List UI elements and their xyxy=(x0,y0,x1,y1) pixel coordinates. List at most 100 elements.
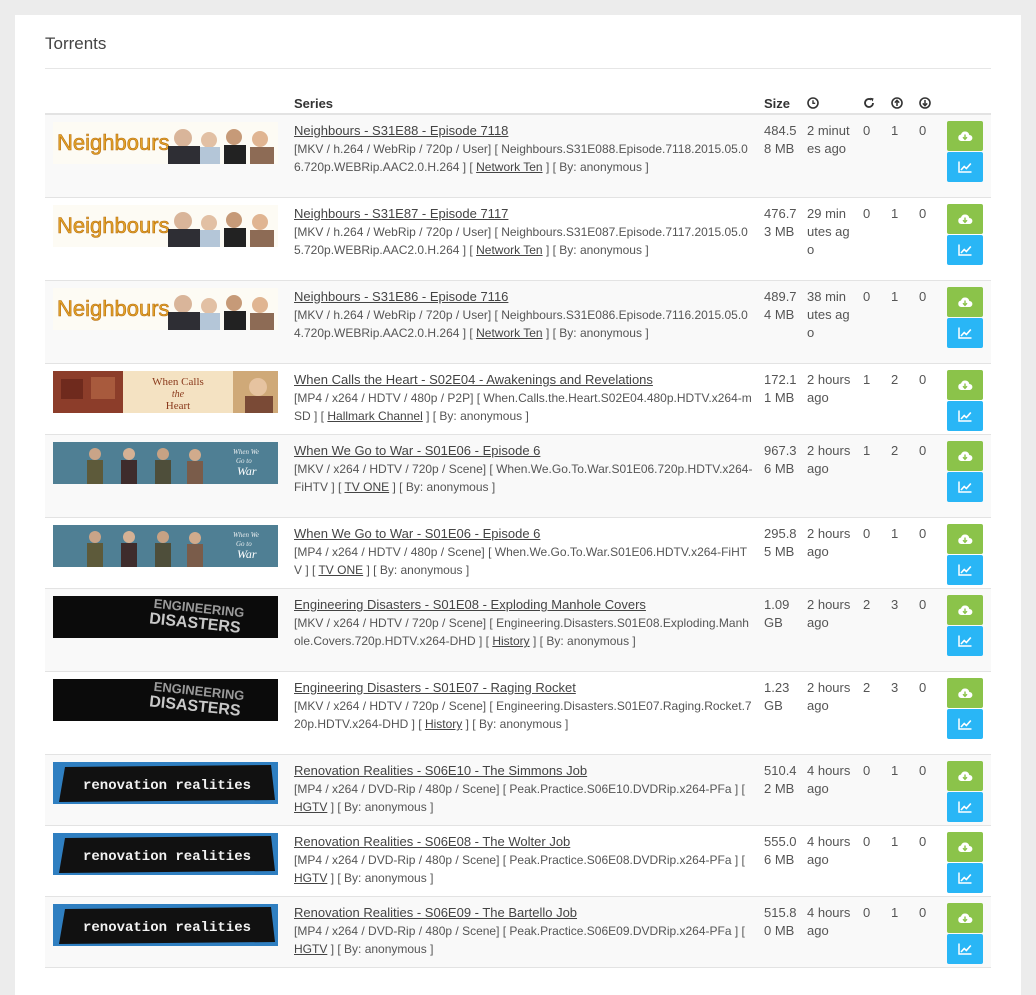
line-chart-icon xyxy=(958,801,972,813)
network-link[interactable]: HGTV xyxy=(294,942,327,956)
torrents-table: Series Size Neighbours Neighbours - S31E8… xyxy=(45,91,991,968)
torrent-title-link[interactable]: Neighbours - S31E88 - Episode 7118 xyxy=(294,123,508,138)
torrent-title-link[interactable]: Renovation Realities - S06E08 - The Wolt… xyxy=(294,834,570,849)
download-button[interactable] xyxy=(947,441,983,471)
stats-button[interactable] xyxy=(947,626,983,656)
column-header-size[interactable]: Size xyxy=(764,96,790,111)
stats-button[interactable] xyxy=(947,472,983,502)
torrent-age: 2 minutes ago xyxy=(807,123,850,156)
column-header-series[interactable]: Series xyxy=(294,96,333,111)
download-button[interactable] xyxy=(947,903,983,933)
network-link[interactable]: HGTV xyxy=(294,871,327,885)
network-link[interactable]: TV ONE xyxy=(318,563,363,577)
completed-count: 0 xyxy=(863,905,871,920)
leechers-count: 0 xyxy=(919,597,927,612)
network-link[interactable]: History xyxy=(425,717,462,731)
torrent-title-link[interactable]: When We Go to War - S01E06 - Episode 6 xyxy=(294,443,540,458)
completed-count: 0 xyxy=(863,289,871,304)
show-banner[interactable]: renovation realities xyxy=(53,904,278,946)
stats-button[interactable] xyxy=(947,792,983,822)
uploader-text: ] [ By: anonymous ] xyxy=(366,563,470,577)
leechers-count: 0 xyxy=(919,526,927,541)
network-link[interactable]: History xyxy=(492,634,529,648)
stats-button[interactable] xyxy=(947,235,983,265)
uploader-text: ] [ By: anonymous ] xyxy=(465,717,569,731)
line-chart-icon xyxy=(958,718,972,730)
completed-count: 0 xyxy=(863,763,871,778)
show-banner[interactable]: renovation realities xyxy=(53,833,278,875)
completed-count: 0 xyxy=(863,834,871,849)
torrent-size: 1.23 GB xyxy=(764,680,790,713)
network-link[interactable]: Network Ten xyxy=(476,243,542,257)
refresh-icon[interactable] xyxy=(863,97,875,112)
seeders-count: 3 xyxy=(891,597,899,612)
show-banner[interactable]: ENGINEERING DISASTERS xyxy=(53,679,278,721)
line-chart-icon xyxy=(958,635,972,647)
show-banner[interactable]: ENGINEERING DISASTERS xyxy=(53,596,278,638)
torrent-size: 1.09 GB xyxy=(764,597,790,630)
download-button[interactable] xyxy=(947,761,983,791)
upload-circle-icon[interactable] xyxy=(891,97,903,112)
download-button[interactable] xyxy=(947,121,983,151)
leechers-count: 0 xyxy=(919,206,927,221)
stats-button[interactable] xyxy=(947,401,983,431)
torrent-title-link[interactable]: When We Go to War - S01E06 - Episode 6 xyxy=(294,526,540,541)
download-button[interactable] xyxy=(947,832,983,862)
download-button[interactable] xyxy=(947,524,983,554)
stats-button[interactable] xyxy=(947,555,983,585)
torrent-title-link[interactable]: Renovation Realities - S06E09 - The Bart… xyxy=(294,905,577,920)
torrent-title-link[interactable]: Engineering Disasters - S01E07 - Raging … xyxy=(294,680,576,695)
torrent-size: 476.73 MB xyxy=(764,206,797,239)
line-chart-icon xyxy=(958,943,972,955)
download-button[interactable] xyxy=(947,370,983,400)
torrent-title-link[interactable]: Renovation Realities - S06E10 - The Simm… xyxy=(294,763,587,778)
page-title: Torrents xyxy=(45,34,107,53)
table-row: ENGINEERING DISASTERS Engineering Disaster… xyxy=(45,672,991,755)
torrent-title-link[interactable]: When Calls the Heart - S02E04 - Awakenin… xyxy=(294,372,653,387)
torrent-info: When Calls the Heart - S02E04 - Awakenin… xyxy=(294,371,754,425)
network-link[interactable]: HGTV xyxy=(294,800,327,814)
download-button[interactable] xyxy=(947,595,983,625)
download-button[interactable] xyxy=(947,678,983,708)
show-banner[interactable]: When We Go to War xyxy=(53,442,278,484)
uploader-text: ] [ By: anonymous ] xyxy=(545,243,649,257)
torrent-age: 38 minutes ago xyxy=(807,289,850,340)
torrent-info: Renovation Realities - S06E08 - The Wolt… xyxy=(294,833,754,887)
torrent-title-link[interactable]: Neighbours - S31E86 - Episode 7116 xyxy=(294,289,508,304)
network-link[interactable]: TV ONE xyxy=(344,480,389,494)
show-banner[interactable]: When We Go to War xyxy=(53,525,278,567)
show-banner[interactable]: Neighbours xyxy=(53,205,278,247)
network-link[interactable]: Hallmark Channel xyxy=(327,409,422,423)
network-link[interactable]: Network Ten xyxy=(476,160,542,174)
torrent-age: 4 hours ago xyxy=(807,763,851,796)
seeders-count: 2 xyxy=(891,372,899,387)
table-row: Neighbours Neighbours - S31E88 - Episode … xyxy=(45,115,991,198)
stats-button[interactable] xyxy=(947,152,983,182)
stats-button[interactable] xyxy=(947,863,983,893)
show-banner[interactable]: renovation realities xyxy=(53,762,278,804)
download-button[interactable] xyxy=(947,287,983,317)
download-circle-icon[interactable] xyxy=(919,97,931,112)
thumbnail-text: When We xyxy=(233,448,259,456)
torrent-title-link[interactable]: Engineering Disasters - S01E08 - Explodi… xyxy=(294,597,646,612)
stats-button[interactable] xyxy=(947,709,983,739)
stats-button[interactable] xyxy=(947,934,983,964)
show-banner[interactable]: Neighbours xyxy=(53,122,278,164)
clock-icon[interactable] xyxy=(807,97,819,112)
stats-button[interactable] xyxy=(947,318,983,348)
leechers-count: 0 xyxy=(919,680,927,695)
network-link[interactable]: Network Ten xyxy=(476,326,542,340)
torrent-title-link[interactable]: Neighbours - S31E87 - Episode 7117 xyxy=(294,206,508,221)
completed-count: 2 xyxy=(863,597,871,612)
torrent-meta: [MP4 / x264 / DVD-Rip / 480p / Scene] [ … xyxy=(294,853,745,867)
download-button[interactable] xyxy=(947,204,983,234)
torrent-info: When We Go to War - S01E06 - Episode 6 [M… xyxy=(294,442,754,496)
torrent-size: 484.58 MB xyxy=(764,123,797,156)
seeders-count: 3 xyxy=(891,680,899,695)
table-row: Neighbours Neighbours - S31E86 - Episode … xyxy=(45,281,991,364)
show-banner[interactable]: When Calls the Heart xyxy=(53,371,278,413)
line-chart-icon xyxy=(958,410,972,422)
show-banner[interactable]: Neighbours xyxy=(53,288,278,330)
thumbnail-text: When We xyxy=(233,531,259,539)
thumbnail-text: Heart xyxy=(166,400,190,412)
